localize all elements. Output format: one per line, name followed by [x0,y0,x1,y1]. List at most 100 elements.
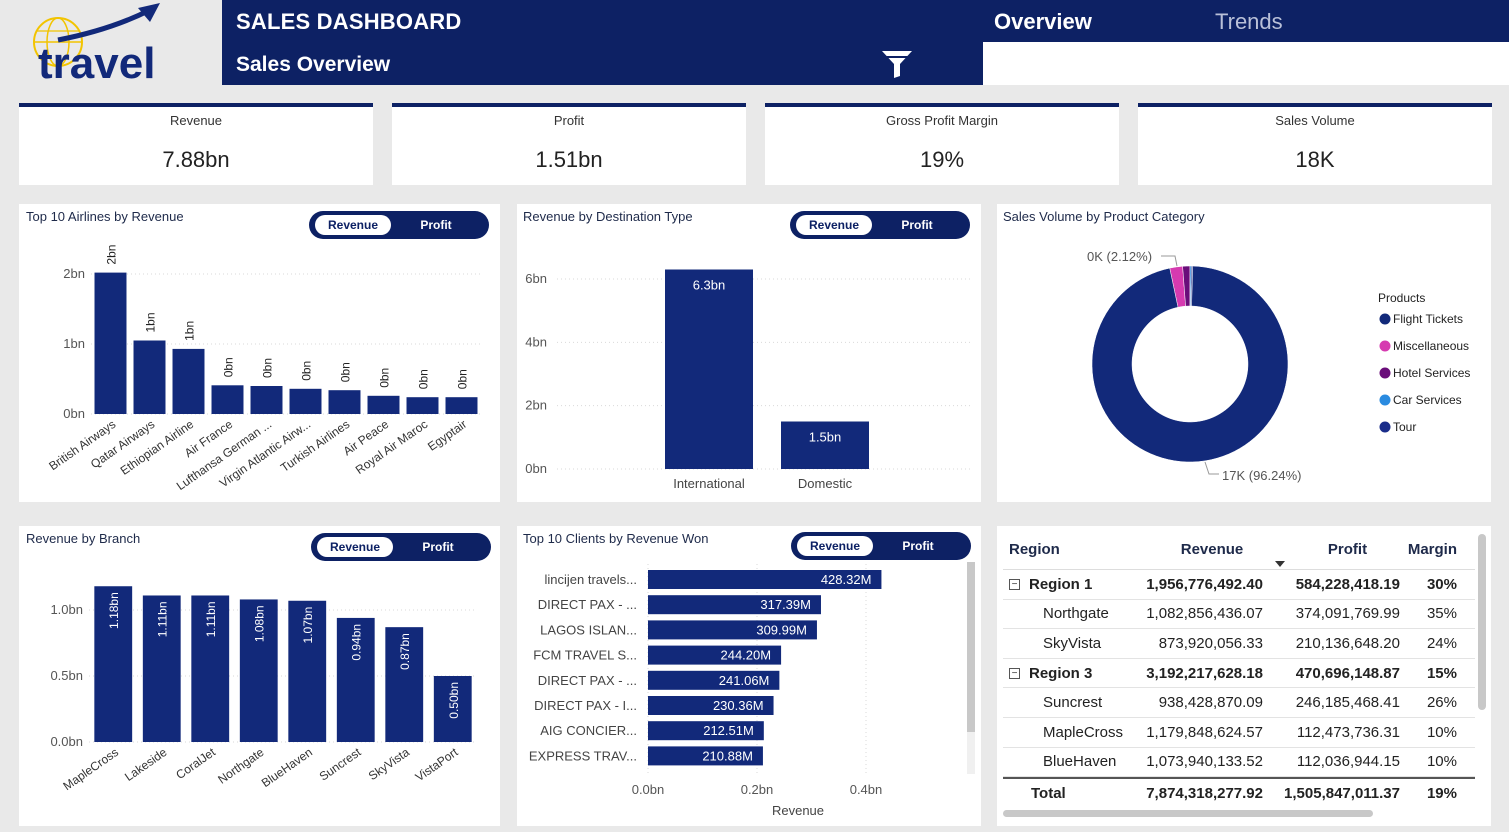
y-tick-label: DIRECT PAX - ... [538,673,637,688]
header-profit[interactable]: Profit [1265,541,1402,558]
dashboard-title: SALES DASHBOARD [236,9,462,34]
bar [665,269,753,469]
legend-title: Products [1378,291,1425,305]
y-tick-label: LAGOS ISLAN... [540,622,637,637]
table-row: BlueHaven 1,073,940,133.52 112,036,944.1… [1003,748,1475,778]
callout-label: 0K (2.12%) [1087,249,1152,264]
clients-scrollbar[interactable] [967,562,975,774]
header-region[interactable]: Region [1003,541,1131,558]
table-vertical-scrollbar[interactable] [1478,534,1486,710]
data-label: 0.87bn [398,633,412,670]
data-label: 309.99M [756,622,807,637]
collapse-icon[interactable]: − [1009,578,1020,590]
cell-margin: 15% [1426,664,1457,682]
x-tick-label: Egyptair [425,417,469,454]
y-tick-label: 0bn [63,406,85,421]
table-row: Suncrest 938,428,870.09 246,185,468.41 2… [1003,688,1475,718]
data-label: 0bn [339,362,353,382]
data-label: 0bn [378,368,392,388]
kpi-sales-volume: Sales Volume 18K [1138,103,1492,185]
header-margin[interactable]: Margin [1402,541,1475,558]
x-tick-label: Domestic [798,476,853,491]
legend-label: Miscellaneous [1393,339,1469,353]
cell-revenue: 938,428,870.09 [1158,694,1263,712]
y-tick-label: 0.5bn [50,668,83,683]
bar [367,395,400,414]
data-label: 0bn [300,361,314,381]
legend-marker [1379,367,1391,379]
kpi-label: Profit [553,113,585,128]
y-tick-label: lincijen travels... [545,572,637,587]
row-name: Total [1031,784,1066,802]
cell-profit: 584,228,418.19 [1295,575,1400,593]
data-label: 241.06M [719,673,770,688]
y-tick-label: 2bn [63,266,85,281]
tab-overview[interactable]: Overview [994,9,1092,35]
legend-label: Flight Tickets [1393,312,1463,326]
cell-profit: 470,696,148.87 [1295,664,1400,682]
table-row: − Region 1 1,956,776,492.40 584,228,418.1… [1003,570,1475,600]
sort-desc-icon[interactable] [1275,556,1285,574]
cell-margin: 35% [1426,605,1457,623]
data-label: 230.36M [713,698,764,713]
legend-marker [1379,394,1391,406]
legend-label: Hotel Services [1393,366,1470,380]
header-revenue[interactable]: Revenue [1131,541,1265,558]
y-tick-label: 6bn [525,271,547,286]
x-tick-label: 0.2bn [741,782,774,797]
data-label: 1bn [183,321,197,341]
x-tick-label: 0.4bn [850,782,883,797]
table-horizontal-scrollbar[interactable] [1003,810,1373,817]
table-total-row: Total 7,874,318,277.92 1,505,847,011.37 … [1003,777,1475,807]
scrollbar-thumb[interactable] [967,562,975,732]
data-label: 1.08bn [253,605,267,642]
data-label: 0bn [417,369,431,389]
cell-profit: 374,091,769.99 [1295,605,1400,623]
cell-revenue: 873,920,056.33 [1158,634,1263,652]
x-axis-title: Revenue [772,803,824,818]
kpi-value: 7.88bn [162,147,230,172]
product-panel: Sales Volume by Product Category 0K (2.1… [997,204,1491,502]
callout-label: 17K (96.24%) [1222,468,1302,483]
legend-marker [1379,313,1391,325]
kpi-gross-profit-margin: Gross Profit Margin 19% [765,103,1119,185]
cell-revenue: 1,179,848,624.57 [1146,723,1263,741]
row-name: Region 3 [1029,664,1093,682]
kpi-revenue: Revenue 7.88bn [19,103,373,185]
data-label: 1.07bn [301,607,315,644]
row-name: Northgate [1043,605,1109,623]
bar [172,348,205,414]
cell-margin: 10% [1426,723,1457,741]
x-tick-label: Suncrest [317,745,364,784]
cell-profit: 1,505,847,011.37 [1284,784,1400,802]
data-label: 0bn [222,357,236,377]
data-label: 244.20M [720,648,771,663]
data-label: 0.94bn [350,624,364,661]
bar [328,390,361,414]
branch-chart: 0.0bn 0.5bn 1.0bn 1.18bn MapleCross 1.11bn Lak… [50,586,477,793]
y-tick-label: AIG CONCIER... [540,723,637,738]
filter-icon[interactable] [880,48,914,80]
row-name: BlueHaven [1043,753,1117,771]
tab-trends[interactable]: Trends [1215,9,1283,35]
cell-revenue: 1,082,856,436.07 [1146,605,1263,623]
collapse-icon[interactable]: − [1009,667,1020,679]
cell-profit: 112,036,944.15 [1296,753,1400,771]
x-tick-label: International [673,476,745,491]
cell-margin: 24% [1426,634,1457,652]
cell-margin: 19% [1426,784,1457,802]
table-row: − Region 3 3,192,217,628.18 470,696,148.8… [1003,659,1475,689]
page-subtitle: Sales Overview [236,53,391,76]
cell-margin: 10% [1426,753,1457,771]
bar [289,388,322,414]
travel-logo-icon: travel [33,3,160,88]
product-donut-chart: 0K (2.12%) 17K (96.24%) Products Flight Tic… [1087,249,1470,483]
cell-margin: 30% [1426,575,1457,593]
y-tick-label: 0.0bn [50,734,83,749]
cell-revenue: 1,073,940,133.52 [1146,753,1263,771]
data-label: 1.18bn [107,592,121,629]
y-tick-label: DIRECT PAX - ... [538,597,637,612]
bar [250,386,283,414]
data-label: 212.51M [703,723,754,738]
logo: travel [0,0,222,88]
